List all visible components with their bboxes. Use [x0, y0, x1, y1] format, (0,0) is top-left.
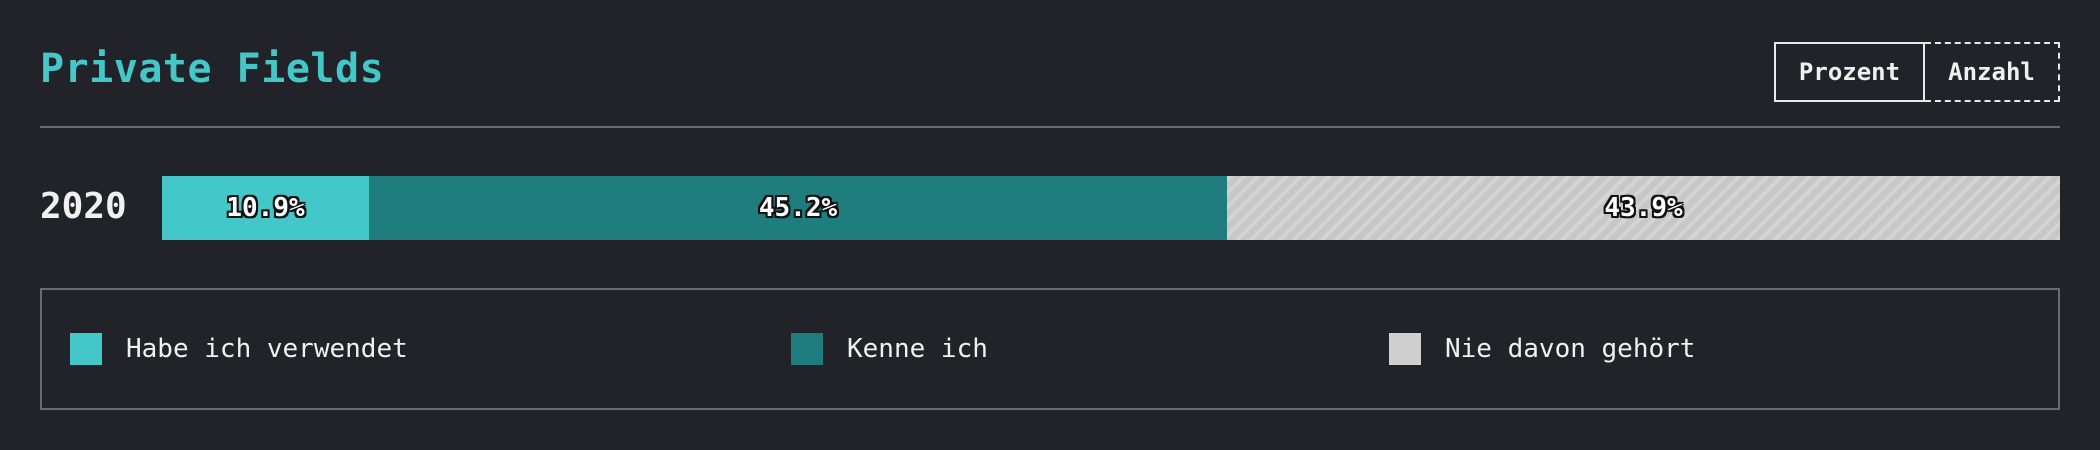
legend-item[interactable]: Nie davon gehört [1389, 290, 1695, 408]
bar-segment-label: 45.2% [758, 193, 838, 223]
bar-segment-1: 10.9% [162, 176, 369, 240]
legend-label: Nie davon gehört [1445, 334, 1696, 364]
legend-label: Kenne ich [847, 334, 988, 364]
bar-segment-2: 45.2% [369, 176, 1227, 240]
legend-item[interactable]: Kenne ich [791, 290, 988, 408]
legend-swatch [1389, 333, 1421, 365]
legend-label: Habe ich verwendet [126, 334, 408, 364]
header-divider [40, 126, 2060, 128]
legend-swatch [791, 333, 823, 365]
category-label: 2020 [40, 186, 127, 227]
count-toggle-button[interactable]: Anzahl [1925, 42, 2060, 102]
bar-segment-label: 10.9% [226, 193, 305, 223]
stacked-bar: 10.9% 45.2% 43.9% [162, 176, 2060, 240]
bar-segment-3: 43.9% [1227, 176, 2060, 240]
bar-segment-label: 43.9% [1604, 193, 1683, 223]
unit-toggle: Prozent Anzahl [1774, 42, 2060, 102]
percent-toggle-button[interactable]: Prozent [1774, 42, 1925, 102]
chart-title: Private Fields [40, 46, 385, 92]
legend-item[interactable]: Habe ich verwendet [70, 290, 408, 408]
legend-swatch [70, 333, 102, 365]
legend: Habe ich verwendet Kenne ich Nie davon geh… [40, 288, 2060, 410]
